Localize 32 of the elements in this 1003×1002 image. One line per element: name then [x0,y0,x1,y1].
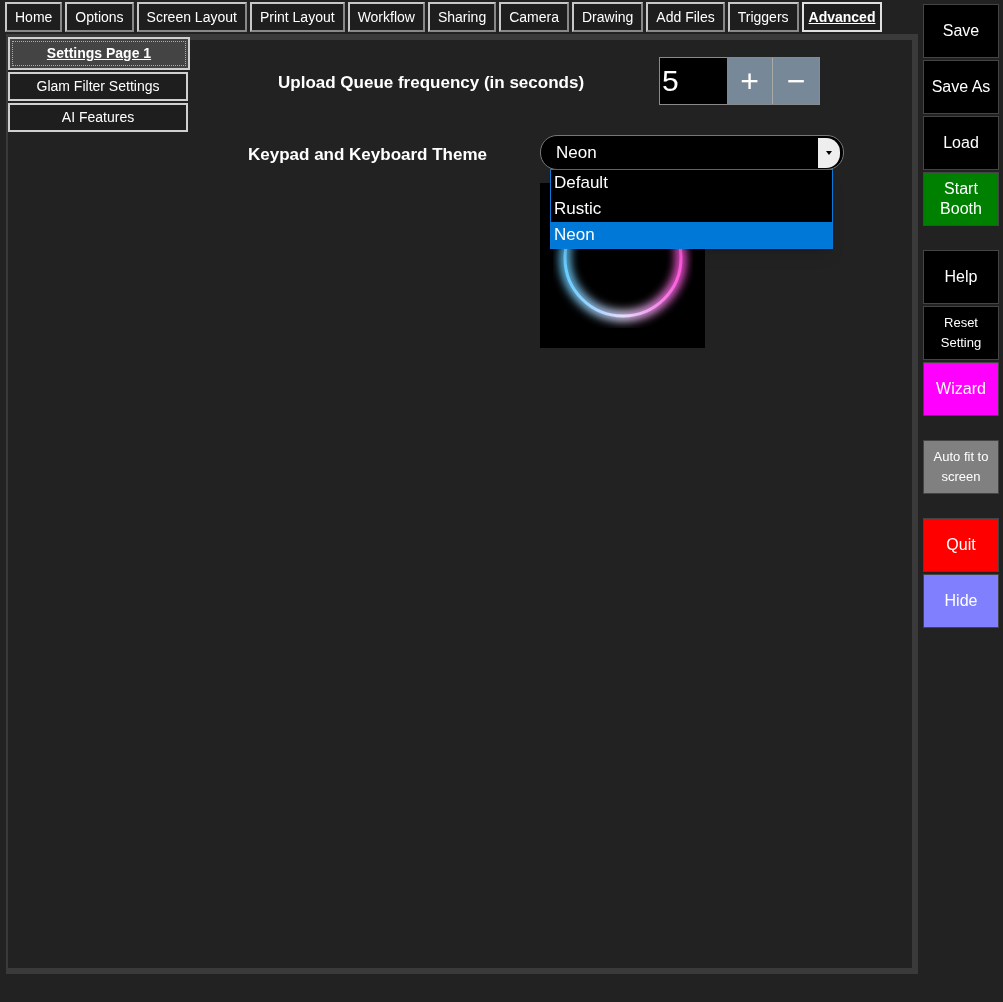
number-stepper[interactable]: 5 + − [659,57,820,105]
tab[interactable]: Options [65,2,134,32]
increment-button[interactable]: + [727,58,773,104]
subtab[interactable]: Glam Filter Settings [8,72,188,101]
subtab[interactable]: AI Features [8,103,188,132]
field-label: Keypad and Keyboard Theme [248,144,487,166]
tab[interactable]: Camera [499,2,569,32]
sidebar-button[interactable]: Help [923,250,999,304]
tab[interactable]: Workflow [347,2,425,32]
sidebar-button[interactable]: Quit [923,518,999,572]
tab[interactable]: Print Layout [249,2,345,32]
tab[interactable]: Sharing [427,2,497,32]
tab[interactable]: Advanced [801,2,883,32]
sidebar-button[interactable]: Reset Setting [923,306,999,360]
dropdown-option[interactable]: Default [551,170,832,196]
tab[interactable]: Home [5,2,63,32]
sidebar-button[interactable]: Load [923,116,999,170]
sidebar-button[interactable]: Auto fit to screen [923,440,999,494]
tab[interactable]: Triggers [727,2,799,32]
dropdown-option[interactable]: Neon [551,222,832,248]
subtab[interactable]: Settings Page 1 [8,37,190,70]
tab[interactable]: Screen Layout [136,2,247,32]
decrement-button[interactable]: − [773,58,819,104]
theme-dropdown[interactable]: Neon [540,135,844,170]
tab[interactable]: Add Files [646,2,725,32]
dropdown-option[interactable]: Rustic [551,196,832,222]
sidebar-button[interactable]: Save As [923,60,999,114]
tab[interactable]: Drawing [572,2,644,32]
sidebar-button[interactable]: Start Booth [923,172,999,226]
number-value[interactable]: 5 [660,58,727,104]
sidebar-button[interactable]: Save [923,4,999,58]
field-label: Upload Queue frequency (in seconds) [278,72,585,94]
